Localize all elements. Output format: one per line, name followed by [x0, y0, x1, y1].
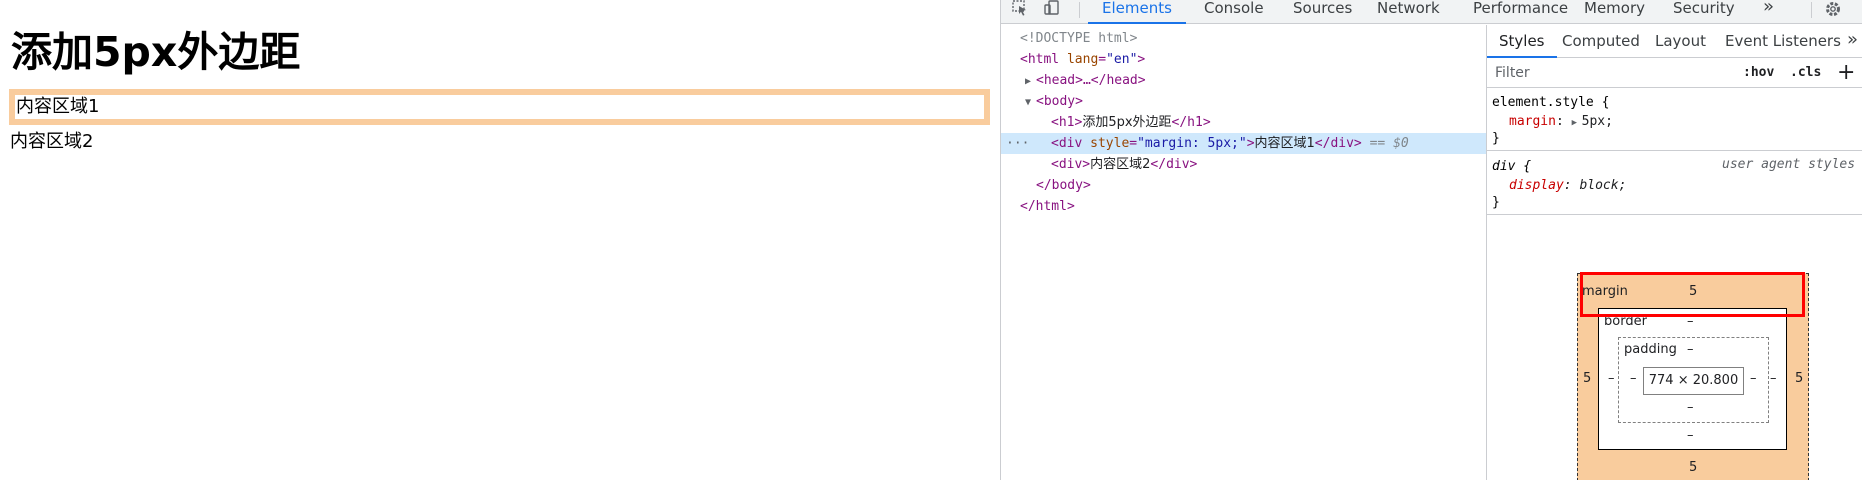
styles-filter-bar: :hov .cls +	[1487, 59, 1862, 88]
element-style-close: }	[1492, 131, 1500, 146]
tab-elements[interactable]: Elements	[1088, 0, 1186, 24]
tab-security[interactable]: Security	[1673, 0, 1735, 24]
h1-node-text: 添加5px外边距	[1082, 115, 1172, 130]
padding-label: padding	[1624, 342, 1677, 357]
toolbar-separator	[1079, 2, 1080, 18]
dom-h1-node[interactable]: <h1>添加5px外边距</h1>	[1001, 112, 1486, 133]
page-heading: 添加5px外边距	[11, 28, 301, 76]
border-bottom-value[interactable]: –	[1687, 428, 1694, 443]
tab-event-listeners[interactable]: Event Listeners	[1725, 32, 1841, 50]
dom-div2-node[interactable]: <div>内容区域2</div>	[1001, 154, 1486, 175]
div1-attr-value: "margin: 5px;"	[1137, 136, 1247, 151]
display-property-name: display	[1509, 178, 1564, 193]
dom-div1-node-selected[interactable]: ··· <div style="margin: 5px;">内容区域1</div…	[1001, 133, 1486, 154]
html-attr-value: "en"	[1106, 52, 1138, 67]
html-attr-name: lang	[1066, 52, 1099, 67]
tab-console[interactable]: Console	[1204, 0, 1264, 24]
more-tabs-button[interactable]: »	[1763, 0, 1774, 24]
ua-div-selector: div {	[1492, 159, 1532, 174]
dom-doctype[interactable]: <!DOCTYPE html>	[1001, 28, 1486, 49]
padding-right-value[interactable]: –	[1750, 371, 1757, 386]
cls-toggle-button[interactable]: .cls	[1790, 65, 1821, 80]
element-style-rule: element.style { margin: ▶ 5px; }	[1487, 89, 1862, 151]
inspect-element-icon[interactable]	[1007, 0, 1033, 22]
border-right-value[interactable]: –	[1770, 371, 1777, 386]
div1-attr-name: style	[1090, 136, 1130, 151]
tab-layout[interactable]: Layout	[1655, 32, 1706, 50]
new-style-rule-button[interactable]: +	[1837, 60, 1855, 85]
ua-div-rule: div { user agent styles display: block; …	[1487, 152, 1862, 215]
margin-left-value[interactable]: 5	[1583, 371, 1591, 386]
box-model-content-size[interactable]: 774 × 20.800	[1643, 367, 1744, 395]
ua-div-close: }	[1492, 195, 1500, 210]
padding-bottom-value[interactable]: –	[1687, 400, 1694, 415]
div1-node-text: 内容区域1	[1254, 136, 1315, 151]
element-style-declaration[interactable]: margin: ▶ 5px;	[1509, 112, 1613, 131]
tab-performance[interactable]: Performance	[1473, 0, 1568, 24]
dom-html-close[interactable]: </html>	[1001, 196, 1486, 217]
tab-memory[interactable]: Memory	[1584, 0, 1645, 24]
margin-bottom-value[interactable]: 5	[1689, 460, 1697, 475]
div2-node-text: 内容区域2	[1090, 157, 1151, 172]
html-close-text: </html>	[1020, 199, 1075, 214]
dom-tree: <!DOCTYPE html> <html lang="en"> ▶ <head>…	[1001, 25, 1486, 480]
margin-property-value[interactable]: 5px;	[1582, 114, 1613, 129]
selected-marker: == $0	[1369, 136, 1409, 151]
doctype-text: <!DOCTYPE html>	[1020, 31, 1138, 46]
body-close-text: </body>	[1036, 178, 1091, 193]
collapse-triangle-icon[interactable]: ▼	[1025, 92, 1036, 113]
ua-display-declaration: display: block;	[1509, 178, 1627, 193]
padding-left-value[interactable]: –	[1630, 371, 1637, 386]
more-options-ellipsis[interactable]: ···	[1006, 133, 1029, 154]
content-area-1[interactable]: 内容区域1	[15, 95, 984, 119]
padding-top-value[interactable]: –	[1687, 342, 1694, 357]
content-area-2[interactable]: 内容区域2	[10, 130, 93, 154]
rendered-page: 添加5px外边距 内容区域1 内容区域2	[0, 0, 1000, 480]
expand-shorthand-icon[interactable]: ▶	[1572, 114, 1582, 133]
sidebar-tabs: Styles Computed Layout Event Listeners »	[1487, 25, 1862, 58]
hov-toggle-button[interactable]: :hov	[1743, 65, 1774, 80]
tab-network[interactable]: Network	[1377, 0, 1440, 24]
element-style-selector: element.style {	[1492, 95, 1610, 110]
styles-filter-input[interactable]	[1491, 62, 1731, 84]
margin-property-name[interactable]: margin	[1509, 114, 1556, 129]
dom-html-node[interactable]: <html lang="en">	[1001, 49, 1486, 70]
dom-body-close[interactable]: </body>	[1001, 175, 1486, 196]
dom-head-node[interactable]: ▶ <head>…</head>	[1001, 70, 1486, 91]
toolbar-separator	[1811, 2, 1812, 18]
styles-sidebar: Styles Computed Layout Event Listeners »…	[1486, 25, 1862, 480]
devtools-toolbar: Elements Console Sources Network Perform…	[1001, 0, 1862, 24]
html-tag-name: html	[1027, 52, 1060, 67]
settings-gear-icon[interactable]	[1824, 0, 1842, 21]
devtools-panel: Elements Console Sources Network Perform…	[1000, 0, 1862, 480]
tab-styles[interactable]: Styles	[1487, 32, 1556, 58]
device-toolbar-icon[interactable]	[1039, 0, 1065, 22]
tab-computed[interactable]: Computed	[1562, 32, 1640, 50]
body-open-text: <body>	[1036, 94, 1083, 109]
margin-right-value[interactable]: 5	[1795, 371, 1803, 386]
dom-body-node[interactable]: ▼ <body>	[1001, 91, 1486, 112]
display-property-value: block;	[1579, 178, 1627, 193]
red-highlight-box	[1580, 272, 1805, 317]
user-agent-styles-label: user agent styles	[1722, 157, 1856, 172]
expand-triangle-icon[interactable]: ▶	[1025, 71, 1036, 92]
head-node-text: <head>…</head>	[1036, 73, 1146, 88]
tab-sources[interactable]: Sources	[1293, 0, 1352, 24]
more-sidebar-tabs-button[interactable]: »	[1847, 29, 1858, 50]
border-left-value[interactable]: –	[1608, 371, 1615, 386]
